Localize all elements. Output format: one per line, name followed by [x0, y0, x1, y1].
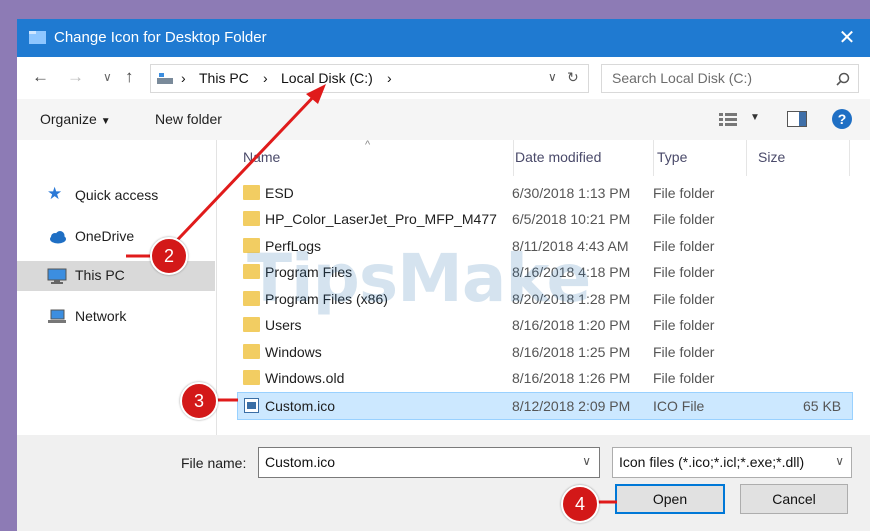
annotation-marker: 3 [180, 382, 218, 420]
annotation-arrow [162, 90, 320, 256]
annotation-marker: 2 [150, 237, 188, 275]
annotation-overlay [126, 84, 617, 504]
annotation-marker: 4 [561, 485, 599, 523]
